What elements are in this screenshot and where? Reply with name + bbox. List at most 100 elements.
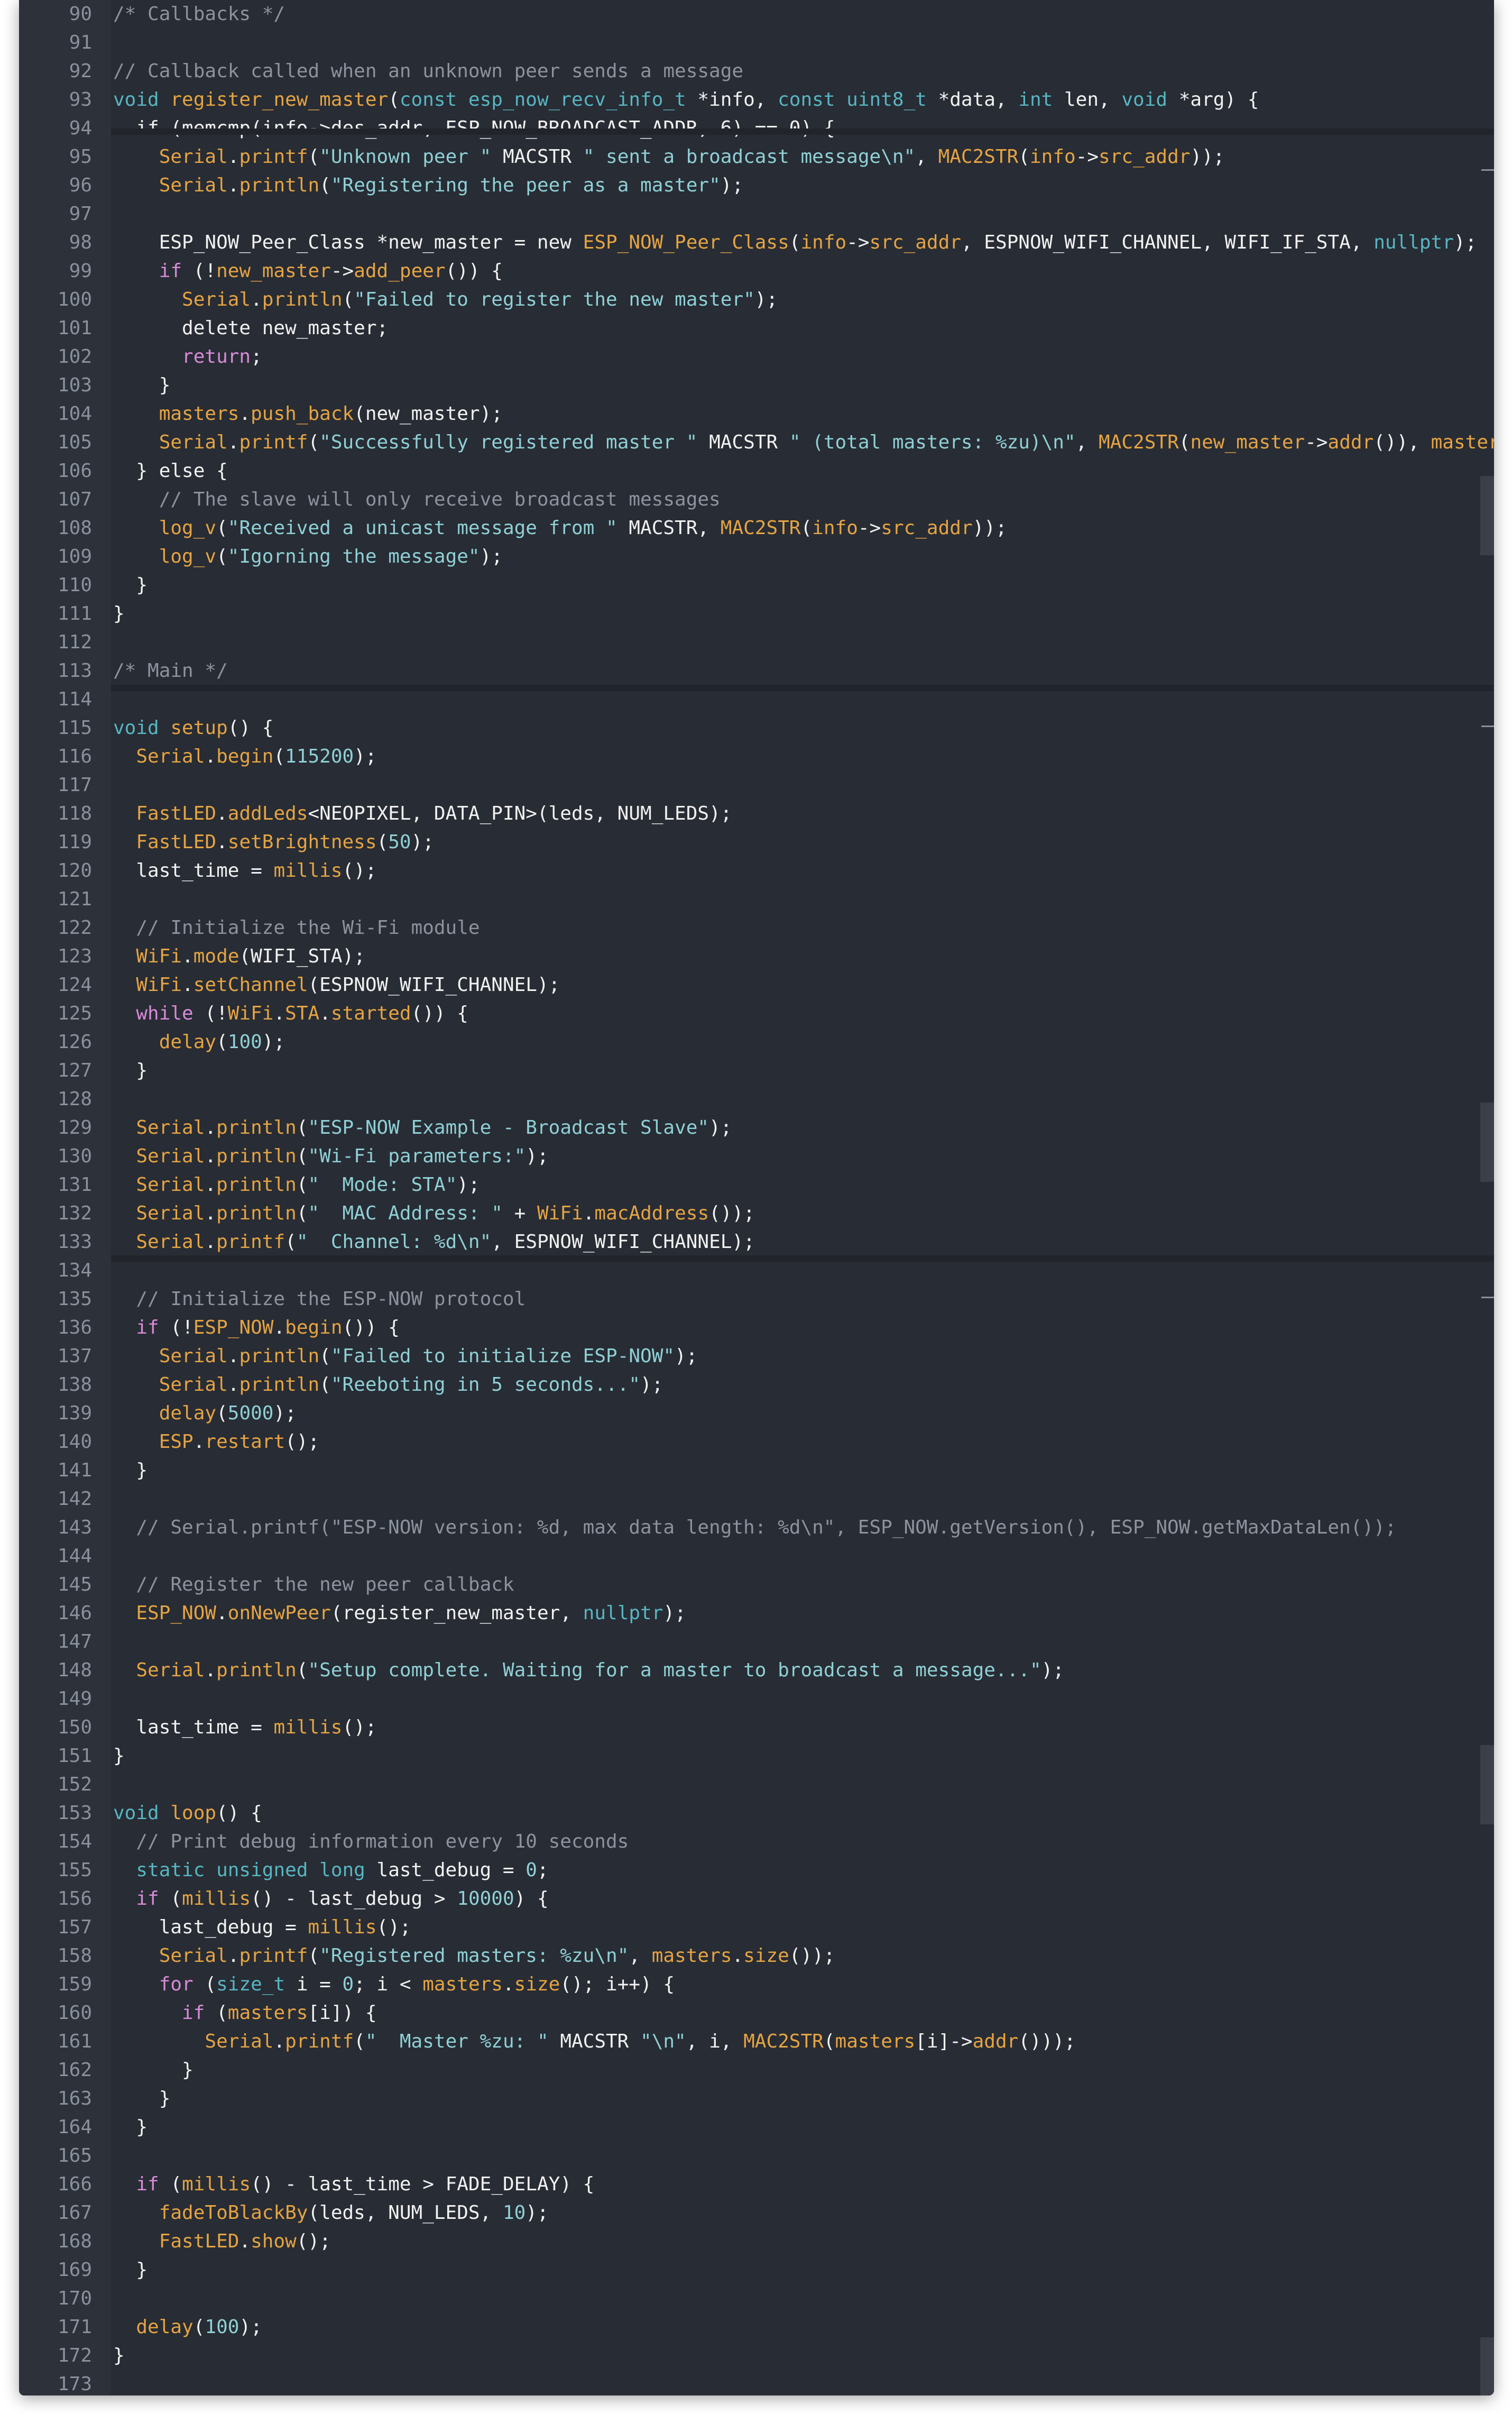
- code-token: .: [732, 1945, 744, 1967]
- code-line[interactable]: 152: [19, 1770, 1494, 1799]
- code-line[interactable]: 144: [19, 1542, 1494, 1571]
- code-line[interactable]: 136 if (!ESP_NOW.begin()) {: [19, 1314, 1494, 1342]
- scrollbar-thumb[interactable]: [1480, 1745, 1494, 1824]
- code-editor[interactable]: 90 /* Callbacks */ 91 92 // Callback called …: [19, 0, 1494, 2395]
- code-line[interactable]: 171 delay(100);: [19, 2313, 1494, 2342]
- code-line[interactable]: 120 last_time = millis();: [19, 857, 1494, 885]
- code-line[interactable]: 155 static unsigned long last_debug = 0;: [19, 1856, 1494, 1885]
- code-text: Serial.begin(115200);: [113, 742, 376, 771]
- code-line[interactable]: 106 } else {: [19, 457, 1494, 485]
- code-line[interactable]: 124 WiFi.setChannel(ESPNOW_WIFI_CHANNEL)…: [19, 971, 1494, 999]
- code-line[interactable]: 90 /* Callbacks */: [19, 0, 1494, 29]
- code-line[interactable]: 168 FastLED.show();: [19, 2227, 1494, 2256]
- line-number: 126: [57, 1031, 92, 1053]
- code-line[interactable]: 169 }: [19, 2256, 1494, 2284]
- code-line[interactable]: 104 masters.push_back(new_master);: [19, 400, 1494, 428]
- code-line[interactable]: 91: [19, 29, 1494, 57]
- code-line[interactable]: 130 Serial.println("Wi-Fi parameters:");: [19, 1142, 1494, 1171]
- code-line[interactable]: 141 }: [19, 1456, 1494, 1485]
- code-line[interactable]: 129 Serial.println("ESP-NOW Example - Br…: [19, 1114, 1494, 1142]
- code-line[interactable]: 100 Serial.println("Failed to register t…: [19, 286, 1494, 314]
- code-line[interactable]: 172}: [19, 2342, 1494, 2370]
- scrollbar-thumb[interactable]: [1480, 1103, 1494, 1182]
- code-line[interactable]: 160 if (masters[i]) {: [19, 1999, 1494, 2027]
- code-text: masters.push_back(new_master);: [113, 400, 503, 428]
- code-line[interactable]: 98 ESP_NOW_Peer_Class *new_master = new …: [19, 228, 1494, 257]
- code-text: log_v("Igorning the message");: [113, 543, 503, 571]
- code-line[interactable]: 127 }: [19, 1057, 1494, 1085]
- code-line[interactable]: 159 for (size_t i = 0; i < masters.size(…: [19, 1970, 1494, 1999]
- code-line[interactable]: 170: [19, 2284, 1494, 2313]
- code-line[interactable]: 165: [19, 2142, 1494, 2170]
- code-line[interactable]: 163 }: [19, 2085, 1494, 2113]
- code-line[interactable]: 125 while (!WiFi.STA.started()) {: [19, 999, 1494, 1028]
- code-line[interactable]: 126 delay(100);: [19, 1028, 1494, 1057]
- code-line[interactable]: 105 Serial.printf("Successfully register…: [19, 428, 1494, 457]
- code-line[interactable]: 161 Serial.printf(" Master %zu: " MACSTR…: [19, 2027, 1494, 2056]
- code-token: "Registering the peer as a master": [330, 175, 721, 196]
- code-line[interactable]: 121: [19, 885, 1494, 914]
- code-line[interactable]: 142: [19, 1485, 1494, 1513]
- code-line[interactable]: 164 }: [19, 2113, 1494, 2142]
- code-line[interactable]: 103 }: [19, 371, 1494, 400]
- code-line[interactable]: 158 Serial.printf("Registered masters: %…: [19, 1942, 1494, 1970]
- code-line[interactable]: 146 ESP_NOW.onNewPeer(register_new_maste…: [19, 1599, 1494, 1628]
- code-line[interactable]: 101 delete new_master;: [19, 314, 1494, 343]
- code-line[interactable]: 113 /* Main */: [19, 657, 1494, 685]
- code-line[interactable]: 148 Serial.println("Setup complete. Wait…: [19, 1656, 1494, 1685]
- code-line[interactable]: 99 if (!new_master->add_peer()) {: [19, 257, 1494, 286]
- code-line[interactable]: 112: [19, 628, 1494, 657]
- line-number: 158: [57, 1945, 92, 1967]
- code-line[interactable]: 97: [19, 200, 1494, 228]
- code-line[interactable]: 122 // Initialize the Wi-Fi module: [19, 914, 1494, 942]
- code-text: FastLED.addLeds<NEOPIXEL, DATA_PIN>(leds…: [113, 800, 732, 828]
- code-line[interactable]: 156 if (millis() - last_debug > 10000) {: [19, 1885, 1494, 1913]
- code-line[interactable]: 128: [19, 1085, 1494, 1114]
- code-line[interactable]: 93 void register_new_master(const esp_now…: [19, 86, 1494, 114]
- code-line[interactable]: 143 // Serial.printf("ESP-NOW version: %…: [19, 1513, 1494, 1542]
- code-line[interactable]: 135 // Initialize the ESP-NOW protocol: [19, 1285, 1494, 1314]
- code-line[interactable]: 138 Serial.println("Reeboting in 5 secon…: [19, 1371, 1494, 1399]
- code-line[interactable]: 150 last_time = millis();: [19, 1713, 1494, 1742]
- code-line[interactable]: 108 log_v("Received a unicast message fr…: [19, 514, 1494, 543]
- code-line[interactable]: 139 delay(5000);: [19, 1399, 1494, 1428]
- code-line[interactable]: 95 Serial.printf("Unknown peer " MACSTR …: [19, 143, 1494, 171]
- code-line[interactable]: 110 }: [19, 571, 1494, 600]
- code-line[interactable]: 162 }: [19, 2056, 1494, 2085]
- code-line[interactable]: 133 Serial.printf(" Channel: %d\n", ESPN…: [19, 1228, 1494, 1256]
- scrollbar-thumb[interactable]: [1480, 476, 1494, 555]
- code-line[interactable]: 102 return;: [19, 343, 1494, 371]
- code-line[interactable]: 153 void loop() {: [19, 1799, 1494, 1828]
- code-line[interactable]: 132 Serial.println(" MAC Address: " + Wi…: [19, 1199, 1494, 1228]
- code-line[interactable]: 167 fadeToBlackBy(leds, NUM_LEDS, 10);: [19, 2199, 1494, 2227]
- code-line[interactable]: 157 last_debug = millis();: [19, 1913, 1494, 1942]
- code-line[interactable]: 166 if (millis() - last_time > FADE_DELA…: [19, 2170, 1494, 2199]
- code-line[interactable]: 92 // Callback called when an unknown pee…: [19, 57, 1494, 86]
- code-line[interactable]: 154 // Print debug information every 10 …: [19, 1828, 1494, 1856]
- code-line[interactable]: 119 FastLED.setBrightness(50);: [19, 828, 1494, 857]
- code-line[interactable]: 147: [19, 1628, 1494, 1656]
- code-token: add_peer: [354, 260, 446, 282]
- code-token: ->: [846, 232, 870, 253]
- code-line[interactable]: 173: [19, 2370, 1494, 2395]
- code-line[interactable]: 151}: [19, 1742, 1494, 1770]
- code-line[interactable]: 123 WiFi.mode(WIFI_STA);: [19, 942, 1494, 971]
- code-text: void loop() {: [113, 1799, 262, 1828]
- code-line[interactable]: 115 void setup() {: [19, 714, 1494, 742]
- code-line[interactable]: 149: [19, 1685, 1494, 1713]
- code-line[interactable]: 117: [19, 771, 1494, 800]
- code-line[interactable]: 96 Serial.println("Registering the peer …: [19, 171, 1494, 200]
- code-line[interactable]: 107 // The slave will only receive broad…: [19, 485, 1494, 514]
- code-token: );: [640, 1374, 663, 1396]
- fold-separator: [111, 128, 1494, 135]
- code-line[interactable]: 111}: [19, 600, 1494, 628]
- code-token: .: [227, 1945, 239, 1967]
- code-line[interactable]: 131 Serial.println(" Mode: STA");: [19, 1171, 1494, 1199]
- code-line[interactable]: 109 log_v("Igorning the message");: [19, 543, 1494, 571]
- code-line[interactable]: 118 FastLED.addLeds<NEOPIXEL, DATA_PIN>(…: [19, 800, 1494, 828]
- code-line[interactable]: 140 ESP.restart();: [19, 1428, 1494, 1456]
- code-line[interactable]: 137 Serial.println("Failed to initialize…: [19, 1342, 1494, 1371]
- scrollbar-thumb[interactable]: [1480, 2337, 1494, 2395]
- code-line[interactable]: 145 // Register the new peer callback: [19, 1571, 1494, 1599]
- code-line[interactable]: 116 Serial.begin(115200);: [19, 742, 1494, 771]
